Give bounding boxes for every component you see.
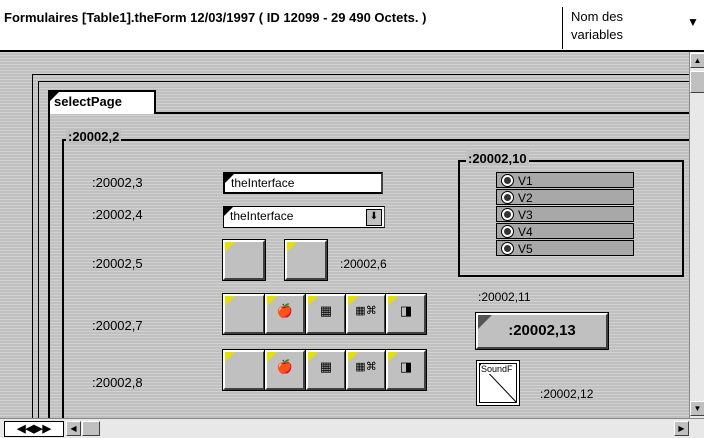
radio-v1[interactable]: V1 [496, 172, 634, 188]
scroll-right-icon[interactable]: ▶ [674, 421, 689, 436]
scroll-up-icon[interactable]: ▲ [690, 53, 704, 68]
tab-area-left [48, 112, 50, 418]
group-outer-top [62, 139, 689, 141]
radio-group-label: :20002,10 [466, 151, 529, 166]
radio-v2[interactable]: V2 [496, 189, 634, 205]
chart-icon[interactable]: ◨ [386, 294, 426, 334]
label-20002-3: :20002,3 [92, 175, 143, 190]
page-frame-inner-top [38, 81, 689, 82]
page-frame-inner-left [38, 81, 39, 418]
label-20002-5: :20002,5 [92, 256, 143, 271]
radio-group-20002-10: :20002,10 V1 V2 V3 V4 V5 [458, 151, 684, 277]
square-button-20002-6[interactable] [285, 240, 327, 280]
square-button-20002-5[interactable] [223, 240, 265, 280]
label-20002-11: :20002,11 [478, 290, 531, 304]
object-marker-icon [50, 92, 59, 101]
variable-names-dropdown[interactable]: Nom des variables ▼ [562, 7, 704, 49]
button-20002-13[interactable]: :20002,13 [476, 313, 608, 349]
radio-v4[interactable]: V4 [496, 223, 634, 239]
color-cmd-icon[interactable]: ▦⌘ [346, 294, 386, 334]
sound-object[interactable]: SoundF [476, 360, 520, 406]
label-20002-12: :20002,12 [540, 387, 594, 401]
picture-button-blank[interactable] [223, 294, 265, 334]
horizontal-scrollbar[interactable]: ◀◀▶▶ ◀ ▶ [0, 418, 704, 438]
theinterface-dropdown[interactable]: theInterface ⬇ [223, 206, 385, 228]
vertical-scrollbar[interactable]: ▲ ▼ [689, 52, 704, 418]
apple-icon-2[interactable]: 🍎 [265, 350, 305, 390]
chevron-down-icon[interactable]: ▼ [687, 15, 699, 29]
label-20002-6: :20002,6 [340, 257, 387, 271]
label-20002-8: :20002,8 [92, 375, 143, 390]
horizontal-scroll-thumb[interactable] [82, 421, 100, 436]
dropdown-arrow-icon[interactable]: ⬇ [366, 209, 382, 226]
sound-label: SoundF [481, 364, 513, 374]
theinterface-text-field[interactable]: theInterface [223, 172, 383, 194]
label-20002-7: :20002,7 [92, 318, 143, 333]
window-header: Formulaires [Table1].theForm 12/03/1997 … [0, 0, 704, 52]
tab-selectpage[interactable]: selectPage [48, 90, 156, 114]
color-cmd-icon-2[interactable]: ▦⌘ [346, 350, 386, 390]
scroll-down-icon[interactable]: ▼ [690, 401, 704, 416]
group-outer-label: :20002,2 [66, 129, 122, 144]
label-20002-4: :20002,4 [92, 207, 143, 222]
page-frame-top [32, 74, 689, 75]
scroll-left-icon[interactable]: ◀ [66, 421, 81, 436]
color-icon[interactable]: ▦ [306, 294, 346, 334]
apple-icon[interactable]: 🍎 [265, 294, 305, 334]
page-nav-arrows-icon[interactable]: ◀◀▶▶ [4, 421, 64, 437]
picture-button-blank-2[interactable] [223, 350, 265, 390]
page-frame-left [32, 74, 33, 418]
form-title: Formulaires [Table1].theForm 12/03/1997 … [4, 10, 427, 25]
vertical-scroll-thumb[interactable] [690, 71, 704, 93]
chart-icon-2[interactable]: ◨ [386, 350, 426, 390]
group-outer-left [62, 139, 64, 418]
variable-names-label: Nom des variables [571, 9, 624, 42]
radio-v3[interactable]: V3 [496, 206, 634, 222]
color-icon-2[interactable]: ▦ [306, 350, 346, 390]
radio-v5[interactable]: V5 [496, 240, 634, 256]
